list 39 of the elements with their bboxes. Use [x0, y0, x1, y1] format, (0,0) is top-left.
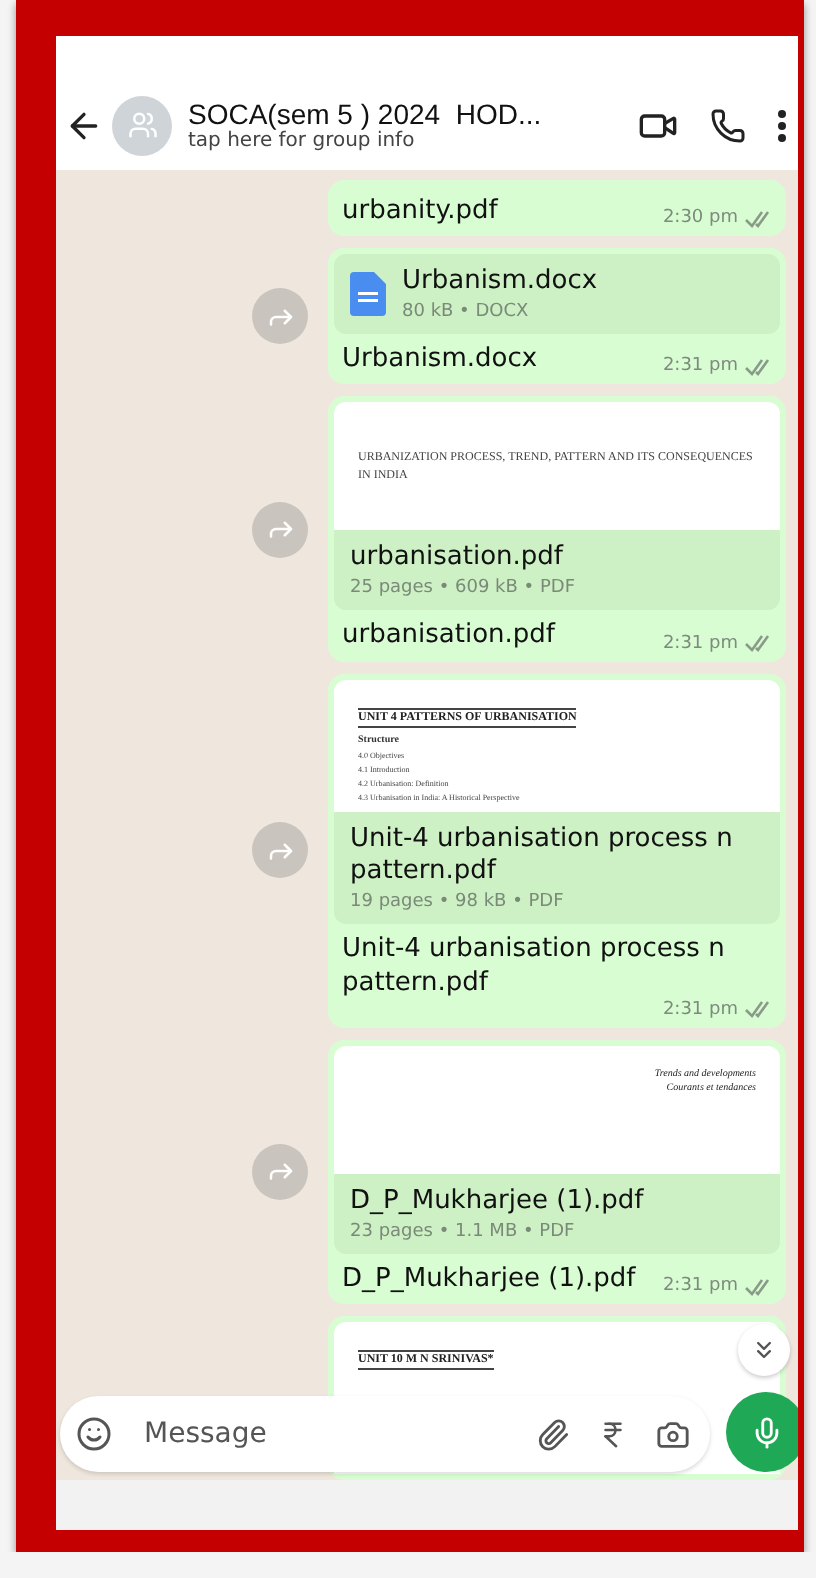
message-time: 2:30 pm — [662, 208, 772, 229]
menu-icon — [778, 109, 786, 141]
camera-icon — [656, 1417, 690, 1451]
file-meta: 25 pages • 609 kB • PDF — [350, 578, 575, 599]
chat-subtitle: tap here for group info — [188, 130, 417, 152]
file-card[interactable]: D_P_Mukharjee (1).pdf 23 pages • 1.1 MB • PDF — [334, 1173, 780, 1254]
message-time: 2:31 pm — [662, 633, 772, 654]
payment-button[interactable] — [598, 1419, 628, 1449]
file-meta: 19 pages • 98 kB • PDF — [350, 892, 566, 913]
file-name: urbanisation.pdf — [350, 542, 566, 577]
message-time: 2:31 pm — [662, 356, 772, 377]
file-name: D_P_Mukharjee (1).pdf — [350, 1185, 644, 1220]
message-time: 2:31 pm — [662, 999, 772, 1020]
document-icon — [350, 272, 386, 317]
file-name: Urbanism.docx — [402, 266, 598, 301]
smiley-icon — [76, 1416, 112, 1452]
menu-button[interactable] — [778, 109, 786, 141]
message-caption: D_P_Mukharjee (1).pdf — [342, 1263, 636, 1296]
message-caption: Unit-4 urbanisation process n pattern.pdf — [342, 934, 727, 1000]
emoji-button[interactable] — [76, 1416, 112, 1452]
message-time: 2:31 pm — [662, 1276, 772, 1296]
paperclip-icon — [536, 1417, 570, 1451]
message-caption: urbanity.pdf — [342, 196, 498, 229]
camera-button[interactable] — [656, 1417, 690, 1451]
chat-title[interactable]: SOCA(sem 5 ) 2024 HOD... — [188, 98, 630, 130]
file-card[interactable]: urbanisation.pdf 25 pages • 609 kB • PDF — [334, 530, 780, 611]
message-caption: Urbanism.docx — [342, 344, 538, 377]
file-meta: 23 pages • 1.1 MB • PDF — [350, 1221, 577, 1242]
file-card[interactable]: Urbanism.docx 80 kB • DOCX — [334, 254, 780, 335]
rupee-icon — [598, 1419, 628, 1449]
attach-button[interactable] — [536, 1417, 570, 1451]
file-meta: 80 kB • DOCX — [402, 302, 531, 323]
message-caption: urbanisation.pdf — [342, 620, 556, 654]
message-input[interactable]: Message — [140, 1416, 508, 1452]
file-name: Unit-4 urbanisation process n pattern.pdf — [350, 823, 735, 891]
phone-call-button[interactable] — [710, 107, 746, 143]
file-card[interactable]: Unit-4 urbanisation process n pattern.pdf 19 pages • 98 kB • PDF — [334, 811, 780, 925]
phone-icon — [710, 107, 746, 143]
group-icon — [127, 110, 157, 140]
